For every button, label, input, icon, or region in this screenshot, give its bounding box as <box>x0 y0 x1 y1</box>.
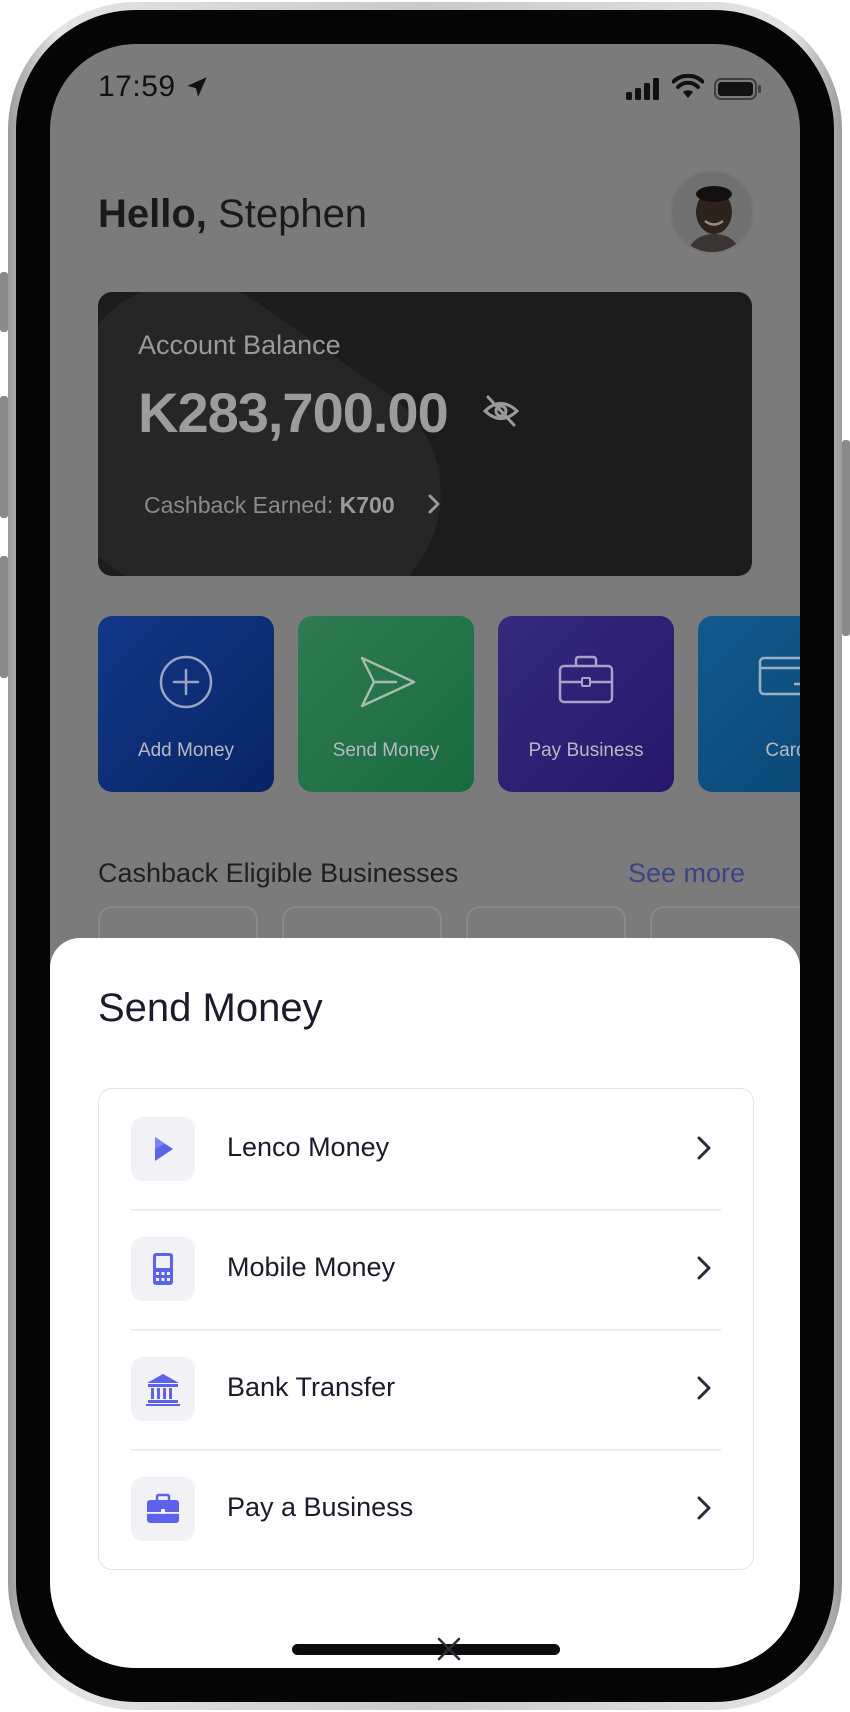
status-bar: 17:59 <box>50 44 800 134</box>
icon-box <box>131 1357 195 1421</box>
avatar-portrait-icon <box>672 172 752 252</box>
cashback-earned[interactable]: Cashback Earned: K700 <box>144 492 395 519</box>
balance-label: Account Balance <box>138 330 341 360</box>
sheet-title: Send Money <box>98 986 323 1030</box>
briefcase-icon <box>147 1493 179 1523</box>
icon-box <box>131 1117 195 1181</box>
card-icon <box>758 656 800 696</box>
pay-business-tile[interactable]: Pay Business <box>498 616 674 792</box>
battery-icon <box>714 78 761 100</box>
greeting-prefix: Hello, <box>98 192 207 236</box>
briefcase-icon <box>558 655 614 704</box>
balance-amount: K283,700.00 <box>138 381 449 444</box>
pay-business-label: Pay Business <box>528 740 644 761</box>
send-money-label: Send Money <box>332 740 440 761</box>
mobile-phone-icon <box>153 1253 173 1285</box>
lenco-logo-icon <box>155 1137 173 1161</box>
chevron-right-icon <box>697 1376 711 1400</box>
volume-down-button <box>0 556 8 678</box>
cashback-value: K700 <box>339 492 395 518</box>
power-button <box>842 440 850 636</box>
see-more-link[interactable]: See more <box>628 858 745 889</box>
paper-plane-icon <box>360 656 416 708</box>
home-indicator[interactable] <box>292 1644 560 1655</box>
icon-box <box>131 1477 195 1541</box>
card-label: Card <box>765 740 800 761</box>
greeting: Hello, Stephen <box>98 192 367 237</box>
silent-switch <box>0 272 8 332</box>
plus-circle-icon <box>159 655 213 709</box>
option-lenco-money[interactable]: Lenco Money <box>99 1089 753 1209</box>
option-label: Bank Transfer <box>227 1372 396 1402</box>
wifi-icon <box>672 74 704 98</box>
option-pay-a-business[interactable]: Pay a Business <box>99 1449 753 1569</box>
close-icon[interactable] <box>436 1636 462 1662</box>
phone-screen: 17:59 Hello, Stephen Account Balance K28… <box>50 44 800 1668</box>
chevron-right-icon <box>428 494 440 514</box>
chevron-right-icon <box>697 1496 711 1520</box>
balance-card: Account Balance K283,700.00 Cashback Ear… <box>98 292 752 576</box>
add-money-tile[interactable]: Add Money <box>98 616 274 792</box>
card-tile[interactable]: Card <box>698 616 800 792</box>
option-label: Mobile Money <box>227 1252 396 1282</box>
greeting-name: Stephen <box>218 192 368 236</box>
cellular-signal-icon <box>626 78 659 100</box>
send-money-sheet: Send Money Lenco Money Mobile Money Bank… <box>50 938 800 1668</box>
cashback-label: Cashback Earned: <box>144 492 334 518</box>
section-title: Cashback Eligible Businesses <box>98 858 459 888</box>
option-label: Lenco Money <box>227 1132 390 1162</box>
option-mobile-money[interactable]: Mobile Money <box>99 1209 753 1329</box>
eye-off-icon[interactable] <box>482 394 520 428</box>
volume-up-button <box>0 396 8 518</box>
avatar[interactable] <box>670 170 754 254</box>
status-time: 17:59 <box>98 70 176 103</box>
add-money-label: Add Money <box>137 740 235 761</box>
option-bank-transfer[interactable]: Bank Transfer <box>99 1329 753 1449</box>
location-arrow-icon <box>187 77 207 97</box>
icon-box <box>131 1237 195 1301</box>
chevron-right-icon <box>697 1136 711 1160</box>
option-label: Pay a Business <box>227 1492 414 1522</box>
chevron-right-icon <box>697 1256 711 1280</box>
send-money-tile[interactable]: Send Money <box>298 616 474 792</box>
bank-icon <box>146 1374 180 1406</box>
options-list: Lenco Money Mobile Money Bank Transfer P… <box>98 1088 754 1570</box>
